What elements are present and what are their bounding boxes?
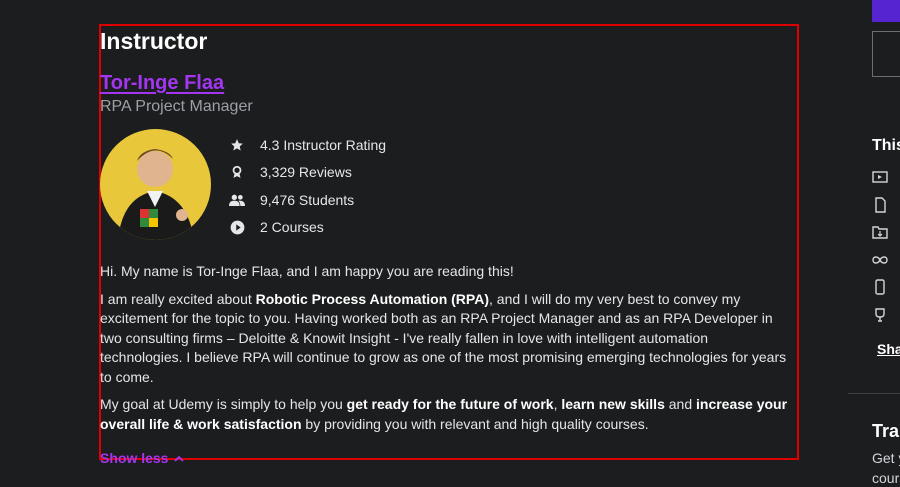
instructor-bio: Hi. My name is Tor-Inge Flaa, and I am h… xyxy=(100,262,790,434)
play-circle-icon xyxy=(229,219,245,235)
profile-row: 4.3 Instructor Rating 3,329 Reviews 9,47… xyxy=(100,129,790,241)
show-less-label: Show less xyxy=(100,450,169,466)
people-icon xyxy=(229,192,245,208)
stat-courses: 2 Courses xyxy=(229,214,386,242)
award-icon xyxy=(229,164,245,180)
stat-students: 9,476 Students xyxy=(229,186,386,214)
bio-paragraph: My goal at Udemy is simply to help you g… xyxy=(100,396,788,432)
stat-label: 3,329 Reviews xyxy=(260,164,352,181)
training-text-line: Get y xyxy=(872,450,900,466)
includes-title: This xyxy=(872,137,900,154)
training-title: Trai xyxy=(872,421,900,441)
buy-button[interactable] xyxy=(872,0,900,22)
divider xyxy=(848,393,900,394)
instructor-section: Instructor Tor-Inge Flaa RPA Project Man… xyxy=(100,27,790,468)
chevron-up-icon xyxy=(174,455,185,462)
file-icon xyxy=(875,197,886,213)
folder-download-icon xyxy=(872,226,888,239)
mobile-icon xyxy=(875,279,885,295)
instructor-job-title: RPA Project Manager xyxy=(100,98,253,115)
trophy-icon xyxy=(875,308,885,322)
avatar[interactable] xyxy=(100,129,211,240)
share-link[interactable]: Sha xyxy=(877,341,900,357)
stat-label: 2 Courses xyxy=(260,219,324,236)
stat-label: 4.3 Instructor Rating xyxy=(260,136,387,153)
training-text-line: cours xyxy=(872,470,900,486)
stat-label: 9,476 Students xyxy=(260,191,355,208)
stat-rating: 4.3 Instructor Rating xyxy=(229,131,386,159)
instructor-stats: 4.3 Instructor Rating 3,329 Reviews 9,47… xyxy=(229,131,386,241)
infinity-icon xyxy=(872,256,888,264)
right-sidebar: This Sha Trai Get y cours xyxy=(848,0,900,487)
secondary-button[interactable] xyxy=(872,31,900,77)
section-title: Instructor xyxy=(100,28,208,54)
bio-paragraph: I am really excited about Robotic Proces… xyxy=(100,290,787,385)
star-icon xyxy=(229,137,245,153)
video-icon xyxy=(872,171,888,183)
instructor-name-link[interactable]: Tor-Inge Flaa xyxy=(100,71,224,95)
stat-reviews: 3,329 Reviews xyxy=(229,159,386,187)
show-less-button[interactable]: Show less xyxy=(100,450,185,466)
bio-paragraph: Hi. My name is Tor-Inge Flaa, and I am h… xyxy=(100,263,514,279)
